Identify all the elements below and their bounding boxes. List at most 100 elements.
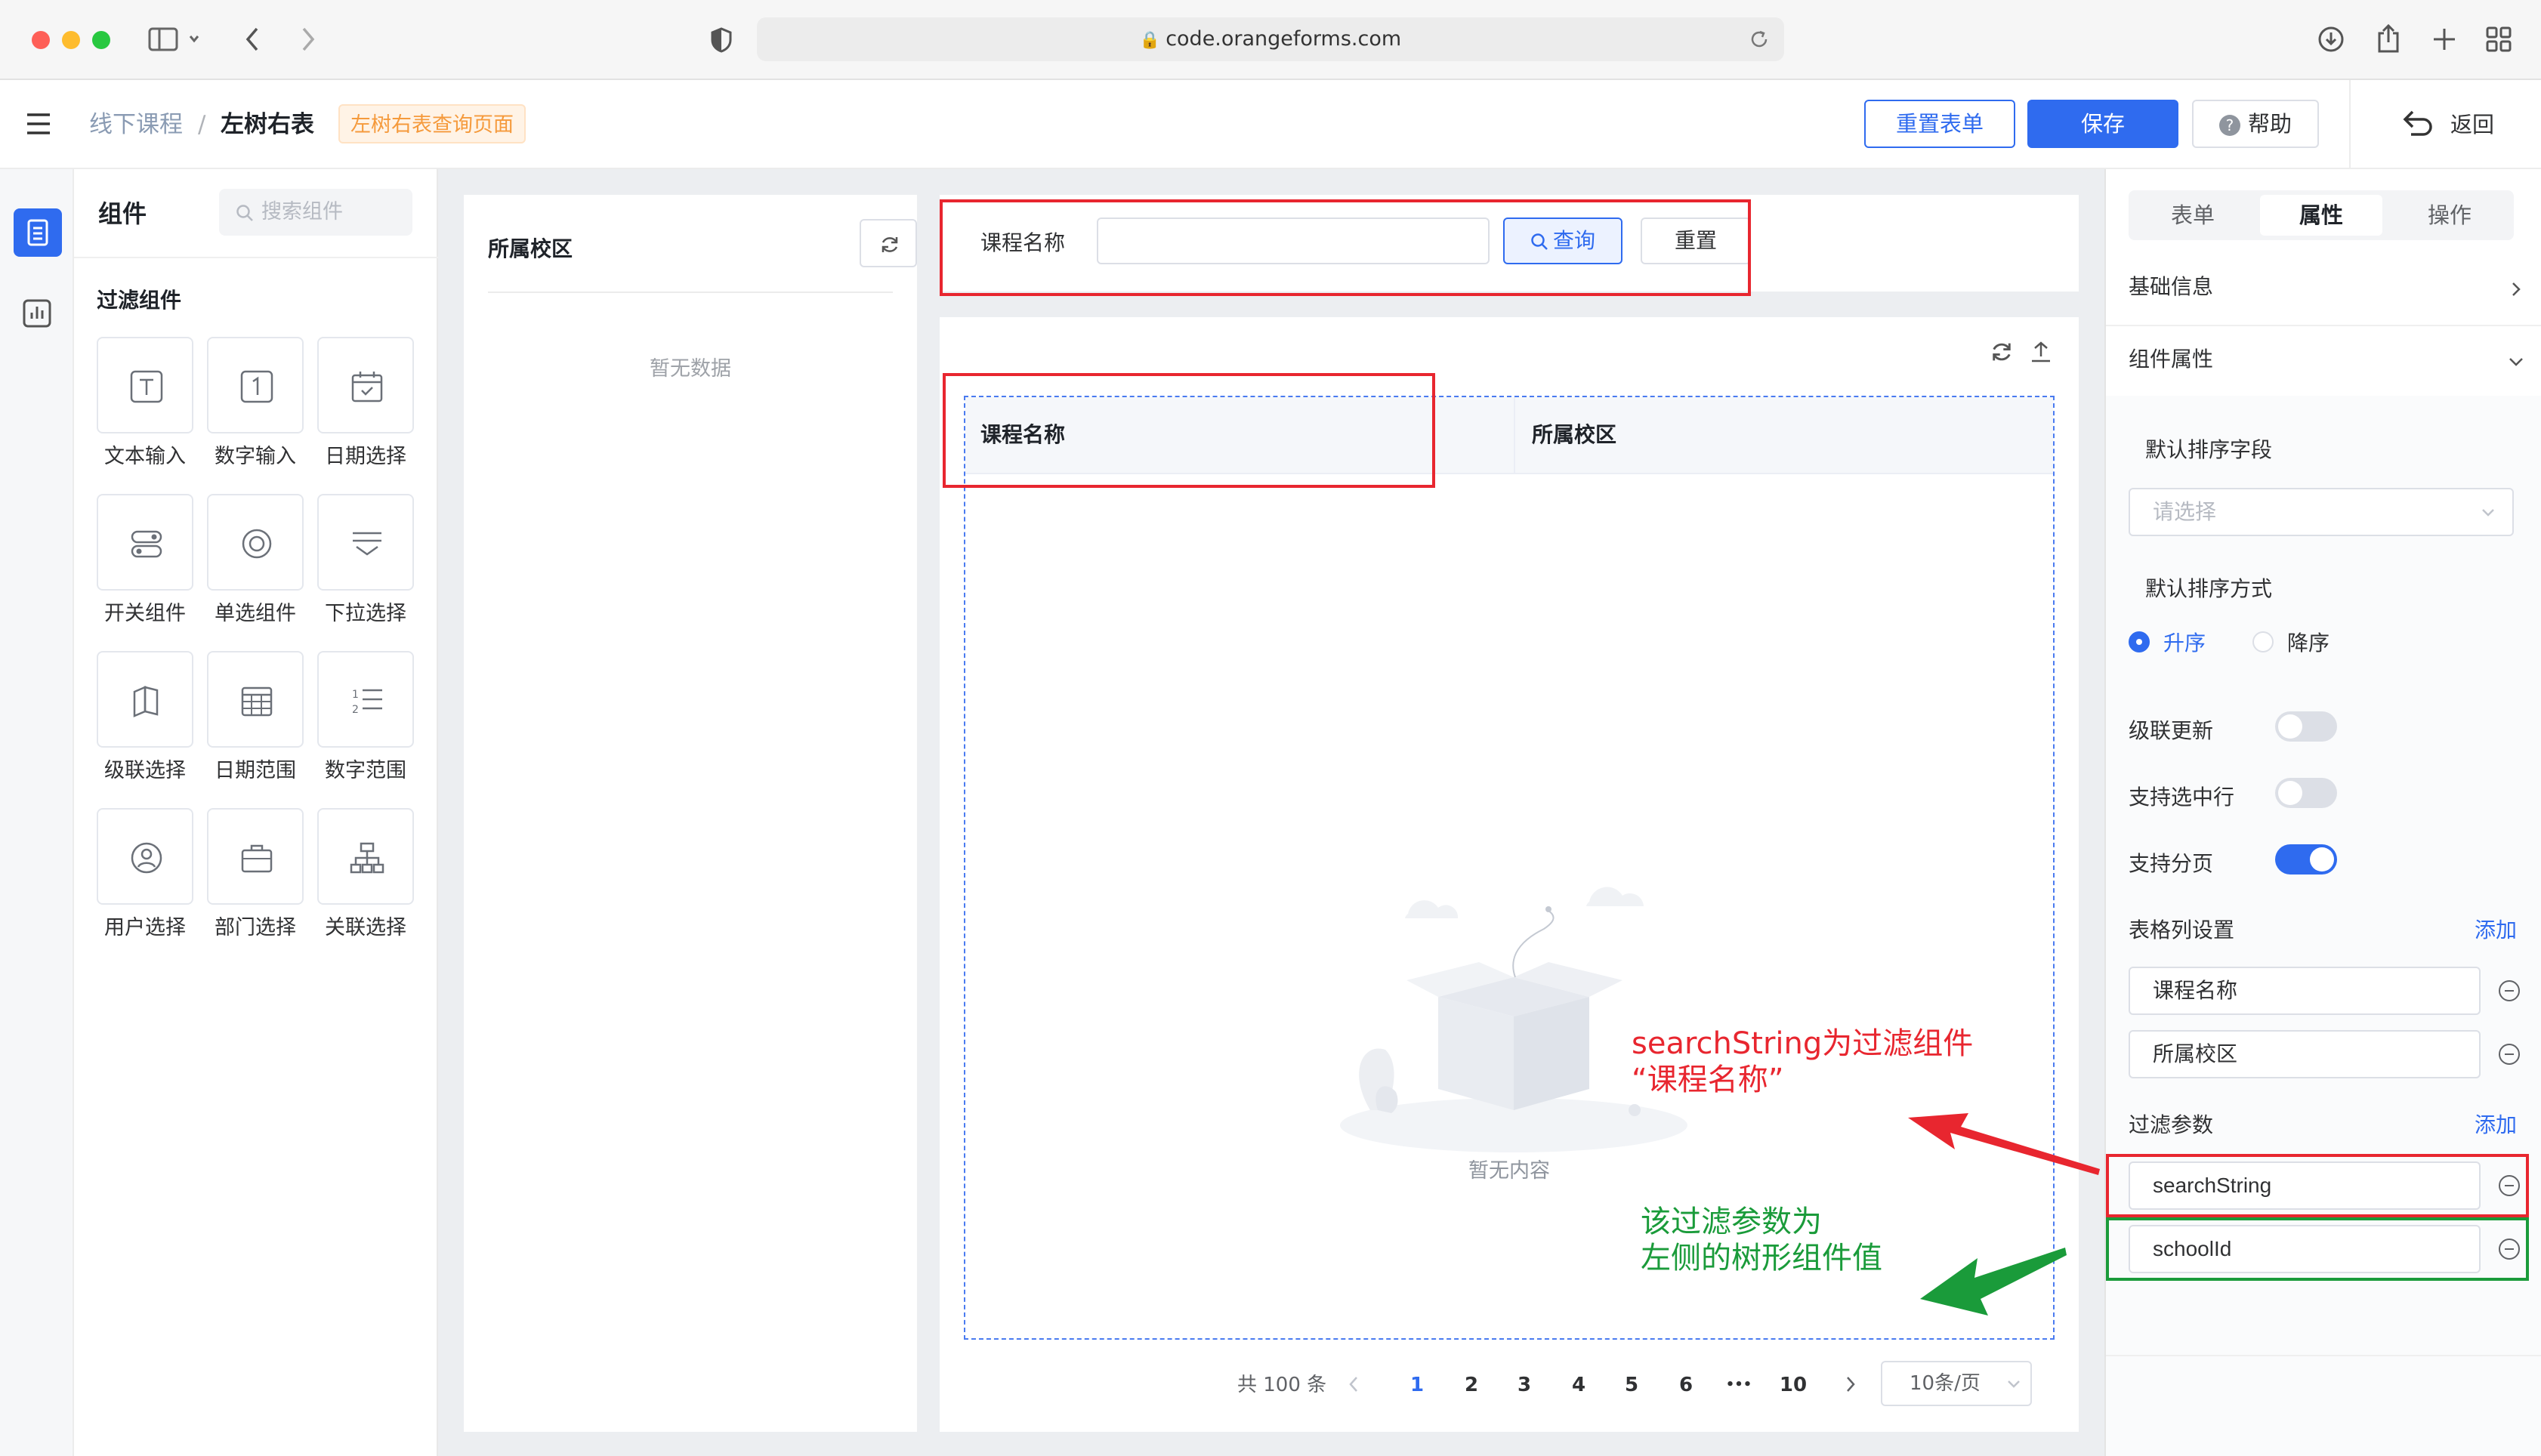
menu-icon[interactable] <box>26 112 51 136</box>
calendar-grid-icon <box>241 686 273 717</box>
component-search-input[interactable]: 搜索组件 <box>219 189 412 236</box>
component-tile-date-range[interactable] <box>207 651 304 748</box>
component-tile-user-select[interactable] <box>97 808 193 905</box>
address-bar[interactable]: 🔒 code.orangeforms.com <box>757 17 1784 61</box>
save-button[interactable]: 保存 <box>2027 100 2178 148</box>
privacy-shield-icon[interactable] <box>710 27 733 53</box>
back-button-label[interactable]: 返回 <box>2450 80 2494 169</box>
ordered-list-icon: 12 <box>352 689 382 716</box>
breadcrumb-item-course[interactable]: 线下课程 <box>89 80 183 169</box>
properties-tabs: 表单 属性 操作 <box>2129 190 2514 240</box>
share-icon[interactable] <box>2375 23 2402 54</box>
component-label: 关联选择 <box>325 916 406 939</box>
return-arrow-icon[interactable] <box>2401 109 2434 137</box>
reset-form-button[interactable]: 重置表单 <box>1864 100 2015 148</box>
maximize-window-button[interactable] <box>92 31 110 49</box>
pagination-ellipsis[interactable]: ••• <box>1718 1364 1760 1406</box>
cascade-update-toggle[interactable] <box>2275 711 2337 742</box>
tab-overview-icon[interactable] <box>2485 26 2512 53</box>
table-refresh-icon[interactable] <box>1990 340 2014 364</box>
tree-refresh-button[interactable] <box>860 219 917 267</box>
add-column-link[interactable]: 添加 <box>2475 914 2517 944</box>
component-label: 级联选择 <box>104 759 186 782</box>
component-search-placeholder: 搜索组件 <box>261 200 343 224</box>
chevron-down-icon[interactable] <box>2508 356 2524 367</box>
pagination-page-10[interactable]: 10 <box>1772 1364 1814 1406</box>
chevron-right-icon[interactable] <box>2511 281 2521 298</box>
left-rail <box>0 169 74 1456</box>
switch-icon <box>131 530 162 558</box>
tab-properties[interactable]: 属性 <box>2260 195 2382 236</box>
svg-text:1: 1 <box>352 689 359 701</box>
minus-bar <box>2505 1053 2514 1055</box>
pagination-page-1[interactable]: 1 <box>1396 1364 1438 1406</box>
new-tab-icon[interactable] <box>2431 26 2458 53</box>
component-tile-dropdown[interactable] <box>317 494 414 591</box>
pagination-page-5[interactable]: 5 <box>1610 1364 1653 1406</box>
component-tile-text-input[interactable] <box>97 337 193 433</box>
component-label: 下拉选择 <box>325 602 406 625</box>
paging-toggle[interactable] <box>2275 844 2337 875</box>
tab-form[interactable]: 表单 <box>2129 190 2257 240</box>
annotation-red-box-filter <box>940 199 1751 296</box>
sort-field-label: 默认排序字段 <box>2145 437 2273 462</box>
component-tile-radio[interactable] <box>207 494 304 591</box>
browser-toolbar: 🔒 code.orangeforms.com <box>0 0 2541 80</box>
tree-panel[interactable]: 所属校区 暂无数据 <box>464 195 917 1432</box>
remove-column-icon[interactable] <box>2499 1044 2520 1065</box>
export-upload-icon[interactable] <box>2029 340 2053 364</box>
filter-params-label: 过滤参数 <box>2129 1112 2214 1137</box>
download-icon[interactable] <box>2317 26 2345 53</box>
radio-descending-label[interactable]: 降序 <box>2287 627 2330 657</box>
component-tile-number-range[interactable]: 12 <box>317 651 414 748</box>
add-filter-param-link[interactable]: 添加 <box>2475 1109 2517 1139</box>
app-header: 线下课程 / 左树右表 左树右表查询页面 重置表单 保存 ? 帮助 返回 <box>0 80 2541 169</box>
column-item-school[interactable]: 所属校区 <box>2129 1030 2481 1078</box>
row-select-toggle[interactable] <box>2275 778 2337 808</box>
pagination-page-3[interactable]: 3 <box>1503 1364 1545 1406</box>
pagination-page-4[interactable]: 4 <box>1558 1364 1600 1406</box>
component-tile-switch[interactable] <box>97 494 193 591</box>
sidebar-toggle-icon[interactable] <box>148 26 201 54</box>
page-size-select[interactable]: 10条/页 <box>1881 1361 2032 1406</box>
chart-report-icon[interactable] <box>23 299 51 328</box>
annotation-red-box-searchstring <box>2106 1154 2529 1217</box>
annotation-green-text: 该过滤参数为 左侧的树形组件值 <box>1641 1204 1882 1276</box>
component-tile-number-input[interactable] <box>207 337 304 433</box>
tab-actions[interactable]: 操作 <box>2385 190 2514 240</box>
pagination-next-icon[interactable] <box>1845 1374 1857 1394</box>
component-props-section[interactable]: 组件属性 <box>2129 332 2213 387</box>
basic-info-section[interactable]: 基础信息 <box>2129 260 2213 314</box>
component-tile-date-picker[interactable] <box>317 337 414 433</box>
reload-icon[interactable] <box>1748 28 1771 51</box>
pagination-prev-icon[interactable] <box>1348 1374 1360 1394</box>
table-drop-zone <box>964 396 2055 1340</box>
radio-ascending-label[interactable]: 升序 <box>2163 627 2206 657</box>
column-header-school[interactable]: 所属校区 <box>1532 397 1616 473</box>
pagination-page-6[interactable]: 6 <box>1665 1364 1707 1406</box>
component-tile-dept-select[interactable] <box>207 808 304 905</box>
close-window-button[interactable] <box>32 31 50 49</box>
cascade-update-label: 级联更新 <box>2129 718 2214 743</box>
sort-field-select[interactable]: 请选择 <box>2129 488 2514 536</box>
component-tile-relation-select[interactable] <box>317 808 414 905</box>
toggle-knob <box>2278 714 2302 739</box>
number-input-icon <box>240 370 273 403</box>
forward-arrow-icon[interactable] <box>299 26 317 53</box>
tree-divider <box>488 292 893 293</box>
radio-descending[interactable] <box>2252 631 2274 652</box>
row-select-label: 支持选中行 <box>2129 785 2235 810</box>
component-label: 单选组件 <box>215 602 296 625</box>
radio-ascending[interactable] <box>2129 631 2150 652</box>
back-arrow-icon[interactable] <box>243 26 261 53</box>
help-label: 帮助 <box>2247 111 2292 137</box>
remove-column-icon[interactable] <box>2499 980 2520 1001</box>
chevron-down-icon <box>2008 1380 2020 1388</box>
form-designer-tab[interactable] <box>14 208 62 257</box>
tree-panel-title: 所属校区 <box>488 236 573 261</box>
column-item-course-name[interactable]: 课程名称 <box>2129 967 2481 1015</box>
component-tile-cascader[interactable] <box>97 651 193 748</box>
minimize-window-button[interactable] <box>62 31 80 49</box>
help-button[interactable]: ? 帮助 <box>2192 100 2319 148</box>
pagination-page-2[interactable]: 2 <box>1450 1364 1493 1406</box>
